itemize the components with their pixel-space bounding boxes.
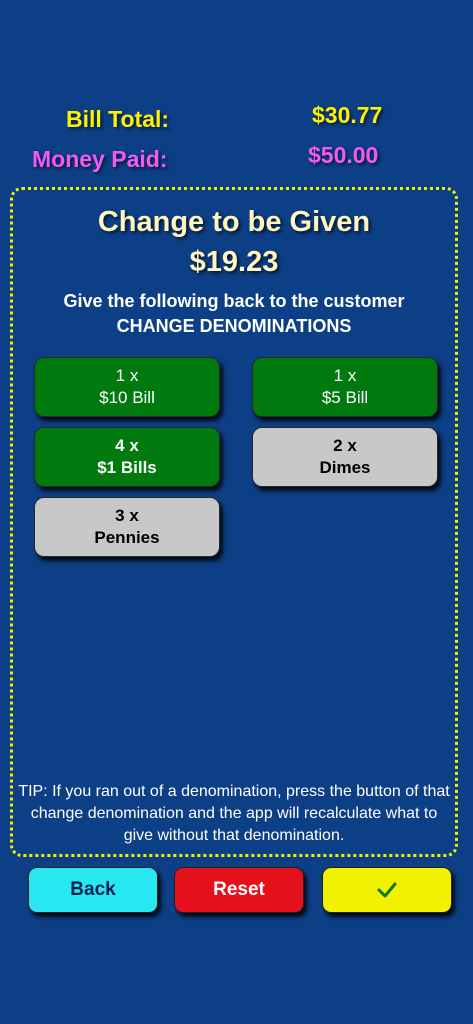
denomination-count: 4 x — [115, 436, 139, 455]
confirm-button[interactable] — [322, 867, 452, 913]
denomination-name: $10 Bill — [99, 388, 155, 407]
denomination-name: Dimes — [319, 458, 371, 477]
denomination-button-pennies[interactable]: 3 x Pennies — [34, 497, 220, 557]
denomination-count: 3 x — [115, 506, 139, 525]
denomination-name: $5 Bill — [321, 388, 369, 407]
reset-button[interactable]: Reset — [174, 867, 304, 913]
bill-total-row: Bill Total: $30.77 — [0, 102, 473, 142]
denomination-name: $1 Bills — [97, 458, 157, 477]
denomination-name: Pennies — [94, 528, 160, 547]
denomination-button-10-bill[interactable]: 1 x $10 Bill — [34, 357, 220, 417]
back-button[interactable]: Back — [28, 867, 158, 913]
change-amount: $19.23 — [189, 246, 279, 278]
denomination-button-5-bill[interactable]: 1 x $5 Bill — [252, 357, 438, 417]
money-paid-value: $50.00 — [308, 142, 379, 168]
denomination-count: 1 x — [333, 366, 357, 385]
denomination-count: 1 x — [115, 366, 139, 385]
bill-total-label: Bill Total: — [66, 106, 170, 132]
money-paid-label: Money Paid: — [32, 146, 168, 172]
denominations-heading: CHANGE DENOMINATIONS — [116, 316, 352, 336]
denomination-button-dimes[interactable]: 2 x Dimes — [252, 427, 438, 487]
bill-total-value: $30.77 — [312, 102, 383, 128]
denomination-count: 2 x — [333, 436, 357, 455]
change-title: Change to be Given — [97, 206, 371, 238]
money-paid-row: Money Paid: $50.00 — [0, 142, 473, 182]
change-panel: Change to be Given $19.23 Give the follo… — [10, 187, 458, 857]
tip-text: TIP: If you ran out of a denomination, p… — [18, 783, 450, 844]
instruction-text: Give the following back to the customer — [63, 291, 405, 311]
checkmark-icon — [377, 882, 397, 898]
denomination-button-1-bills[interactable]: 4 x $1 Bills — [34, 427, 220, 487]
